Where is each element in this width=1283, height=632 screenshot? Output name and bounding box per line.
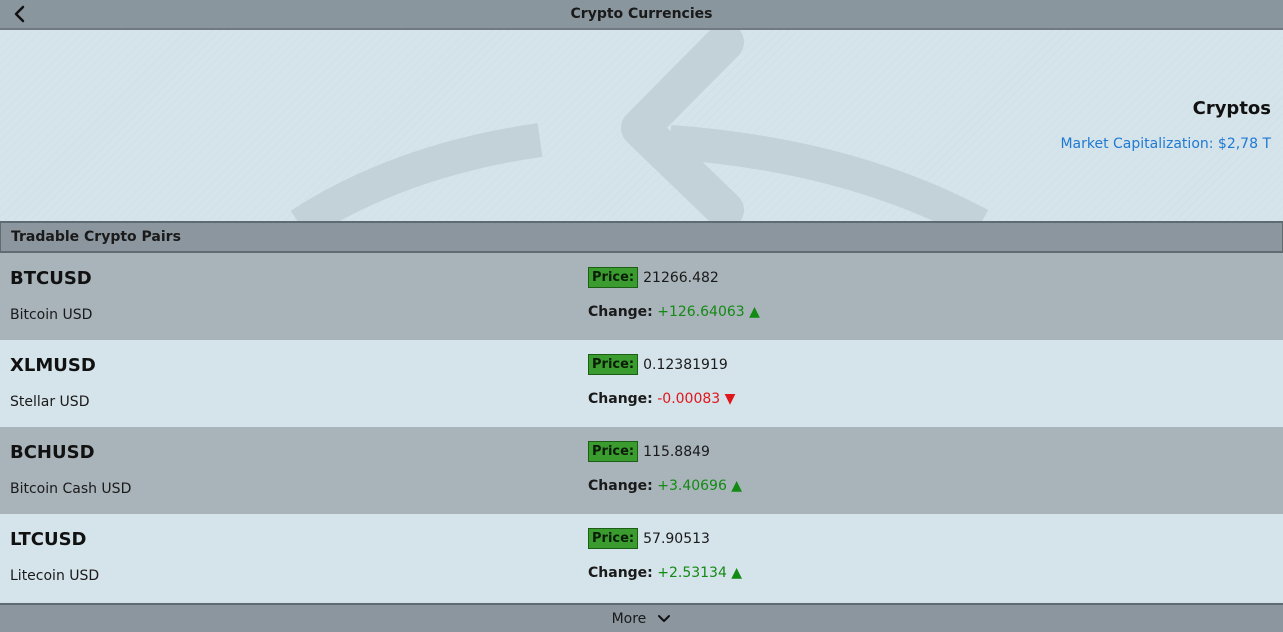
change-line: Change: +3.40696 ▲ xyxy=(588,478,742,494)
market-cap-text: Market Capitalization: $2,78 T xyxy=(1060,136,1271,152)
price-value: 57.90513 xyxy=(643,530,710,547)
change-label: Change: xyxy=(588,565,653,581)
price-value: 21266.482 xyxy=(643,269,719,286)
pair-symbol: LTCUSD xyxy=(10,529,87,550)
price-line: Price: 0.12381919 xyxy=(588,354,728,375)
page-title: Crypto Currencies xyxy=(570,6,713,22)
price-line: Price: 57.90513 xyxy=(588,528,710,549)
pairs-list: BTCUSD Bitcoin USD Price: 21266.482 Chan… xyxy=(0,253,1283,601)
list-item[interactable]: XLMUSD Stellar USD Price: 0.12381919 Cha… xyxy=(0,340,1283,427)
price-line: Price: 115.8849 xyxy=(588,441,710,462)
pair-name: Bitcoin Cash USD xyxy=(10,481,132,497)
hero-heading: Cryptos xyxy=(1192,98,1271,119)
top-bar: Crypto Currencies xyxy=(0,0,1283,30)
price-badge: Price: xyxy=(588,528,639,549)
price-value: 115.8849 xyxy=(643,443,710,460)
change-line: Change: -0.00083 ▼ xyxy=(588,391,735,407)
more-label: More xyxy=(611,611,647,627)
more-button[interactable]: More xyxy=(0,603,1283,632)
change-line: Change: +126.64063 ▲ xyxy=(588,304,760,320)
pair-name: Litecoin USD xyxy=(10,568,100,584)
list-item[interactable]: BCHUSD Bitcoin Cash USD Price: 115.8849 … xyxy=(0,427,1283,514)
change-label: Change: xyxy=(588,304,653,320)
list-item[interactable]: BTCUSD Bitcoin USD Price: 21266.482 Chan… xyxy=(0,253,1283,340)
pair-symbol: XLMUSD xyxy=(10,355,96,376)
change-value: +126.64063 ▲ xyxy=(657,304,760,320)
pair-name: Bitcoin USD xyxy=(10,307,93,323)
price-line: Price: 21266.482 xyxy=(588,267,719,288)
change-label: Change: xyxy=(588,391,653,407)
list-item[interactable]: LTCUSD Litecoin USD Price: 57.90513 Chan… xyxy=(0,514,1283,601)
change-label: Change: xyxy=(588,478,653,494)
hero-banner: Cryptos Market Capitalization: $2,78 T xyxy=(0,30,1283,221)
section-header: Tradable Crypto Pairs xyxy=(0,221,1283,253)
chevron-down-icon xyxy=(658,614,671,622)
pair-symbol: BTCUSD xyxy=(10,268,92,289)
pair-name: Stellar USD xyxy=(10,394,90,410)
price-badge: Price: xyxy=(588,441,639,462)
price-badge: Price: xyxy=(588,267,639,288)
pair-symbol: BCHUSD xyxy=(10,442,95,463)
change-value: +3.40696 ▲ xyxy=(657,478,743,494)
section-title: Tradable Crypto Pairs xyxy=(11,229,181,245)
change-value: +2.53134 ▲ xyxy=(657,565,743,581)
change-line: Change: +2.53134 ▲ xyxy=(588,565,742,581)
change-value: -0.00083 ▼ xyxy=(657,391,736,407)
price-value: 0.12381919 xyxy=(643,356,728,373)
price-badge: Price: xyxy=(588,354,639,375)
refresh-arrow-icon xyxy=(0,30,1283,221)
